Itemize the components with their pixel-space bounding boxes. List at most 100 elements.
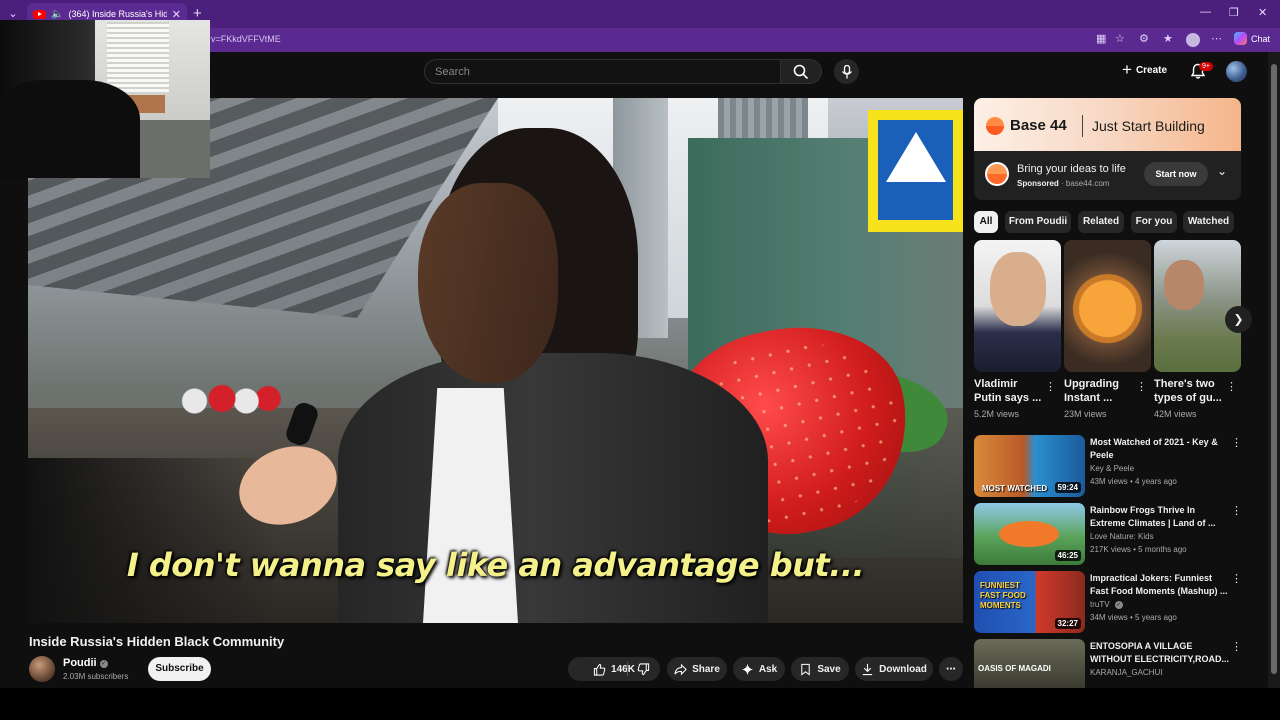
chip-all[interactable]: All bbox=[974, 211, 998, 233]
chat-label: Chat bbox=[1251, 33, 1271, 44]
create-button[interactable]: + Create bbox=[1122, 60, 1167, 79]
short-3-title-line2: types of gu... bbox=[1154, 392, 1222, 404]
youtube-favicon-icon bbox=[33, 9, 46, 19]
recommendation-meta-2: 217K views • 5 months ago bbox=[1090, 545, 1187, 554]
extension-icon[interactable]: ⚙ bbox=[1139, 32, 1149, 45]
video-subtitle: I don't wanna say like an advantage but.… bbox=[126, 546, 865, 584]
recommendation-title-4[interactable]: ENTOSOPIA A VILLAGE WITHOUT ELECTRICITY,R… bbox=[1090, 640, 1230, 666]
restore-icon[interactable]: ❐ bbox=[1229, 6, 1239, 19]
recommendation-2-more-icon[interactable]: ⋮ bbox=[1231, 504, 1242, 517]
recommendation-thumbnail-4[interactable]: OASIS OF MAGADI bbox=[974, 639, 1085, 688]
more-actions-button[interactable]: ⋯ bbox=[939, 657, 963, 681]
browser-menu-icon[interactable]: ⋯ bbox=[1211, 32, 1222, 45]
tab-close-icon[interactable]: ✕ bbox=[172, 8, 181, 21]
close-window-icon[interactable]: ✕ bbox=[1258, 6, 1267, 19]
app-available-icon[interactable]: ▦ bbox=[1096, 32, 1106, 45]
recommendation-4-more-icon[interactable]: ⋮ bbox=[1231, 640, 1242, 653]
sparkle-icon bbox=[741, 663, 753, 675]
recommendation-title-2[interactable]: Rainbow Frogs Thrive In Extreme Climates … bbox=[1090, 504, 1230, 530]
channel-name[interactable]: Poudii ✓ bbox=[63, 657, 108, 669]
short-3-more-icon[interactable]: ⋮ bbox=[1226, 380, 1237, 393]
ask-button[interactable]: Ask bbox=[733, 657, 785, 681]
short-thumbnail-2[interactable] bbox=[1064, 240, 1151, 372]
base44-logo-icon bbox=[986, 117, 1004, 135]
scrollbar-thumb[interactable] bbox=[1271, 64, 1277, 674]
webcam-chair bbox=[0, 80, 140, 178]
ad-expand-chevron-icon[interactable]: ⌄ bbox=[1217, 164, 1227, 178]
share-button[interactable]: Share bbox=[667, 657, 727, 681]
chip-related[interactable]: Related bbox=[1078, 211, 1124, 233]
recommendation-channel-4[interactable]: KARANJA_GACHUI bbox=[1090, 668, 1162, 677]
short-thumbnail-1[interactable] bbox=[974, 240, 1061, 372]
search-input[interactable]: Search bbox=[424, 59, 781, 84]
recommendation-thumbnail-3[interactable]: FUNNIEST FAST FOOD MOMENTS 32:27 bbox=[974, 571, 1085, 633]
voice-search-button[interactable] bbox=[834, 59, 859, 84]
shorts-next-arrow-icon[interactable]: ❯ bbox=[1225, 306, 1252, 333]
duration-badge: 46:25 bbox=[1054, 550, 1081, 561]
page-scrollbar[interactable] bbox=[1268, 52, 1280, 688]
recommendation-3-more-icon[interactable]: ⋮ bbox=[1231, 572, 1242, 585]
download-label: Download bbox=[879, 663, 927, 675]
ad-cta-button[interactable]: Start now bbox=[1144, 162, 1208, 186]
search-button[interactable] bbox=[781, 59, 822, 84]
channel-avatar[interactable] bbox=[29, 656, 55, 682]
recommendation-thumbnail-2[interactable]: 46:25 bbox=[974, 503, 1085, 565]
short-2-title-line1: Upgrading bbox=[1064, 378, 1119, 390]
sponsored-ad-card[interactable]: Base 44 Just Start Building Bring your i… bbox=[974, 98, 1241, 200]
short-2-title[interactable]: Upgrading Instant ... bbox=[1064, 377, 1119, 405]
search-placeholder: Search bbox=[435, 66, 470, 78]
ad-banner[interactable]: Base 44 Just Start Building bbox=[974, 98, 1241, 151]
thumbs-up-icon bbox=[593, 663, 606, 676]
notification-count-badge: 9+ bbox=[1199, 62, 1213, 71]
rec-3-title-line2: Fast Food Moments (Mashup) ... bbox=[1090, 586, 1228, 596]
chip-for-you[interactable]: For you bbox=[1131, 211, 1177, 233]
favorite-star-icon[interactable]: ☆ bbox=[1115, 32, 1125, 45]
share-label: Share bbox=[692, 663, 720, 675]
channel-name-text: Poudii bbox=[63, 657, 97, 669]
recommendation-channel-2[interactable]: Love Nature: Kids bbox=[1090, 532, 1154, 541]
short-3-title-line1: There's two bbox=[1154, 378, 1215, 390]
microphone-icon bbox=[841, 64, 852, 78]
ad-banner-divider bbox=[1082, 115, 1083, 137]
plus-icon: + bbox=[1122, 60, 1132, 79]
save-button[interactable]: Save bbox=[791, 657, 849, 681]
rec-1-title-line2: Peele bbox=[1090, 450, 1114, 460]
video-frame-person-face bbox=[418, 183, 558, 383]
short-1-more-icon[interactable]: ⋮ bbox=[1045, 380, 1056, 393]
download-button[interactable]: Download bbox=[855, 657, 933, 681]
short-2-title-line2: Instant ... bbox=[1064, 392, 1113, 404]
share-arrow-icon bbox=[674, 663, 687, 675]
download-icon bbox=[862, 663, 873, 675]
recommendation-title-1[interactable]: Most Watched of 2021 - Key & Peele bbox=[1090, 436, 1230, 462]
ad-tagline: Just Start Building bbox=[1092, 118, 1205, 134]
short-3-title[interactable]: There's two types of gu... bbox=[1154, 377, 1222, 405]
chip-watched[interactable]: Watched bbox=[1183, 211, 1234, 233]
rec-3-title-line1: Impractical Jokers: Funniest bbox=[1090, 573, 1213, 583]
short-1-views: 5.2M views bbox=[974, 409, 1020, 419]
recommendation-thumbnail-1[interactable]: MOST WATCHED 59:24 bbox=[974, 435, 1085, 497]
video-title: Inside Russia's Hidden Black Community bbox=[29, 634, 285, 649]
url-field[interactable]: v=FKkdVFFVtME bbox=[205, 31, 1085, 49]
subscribe-button[interactable]: Subscribe bbox=[148, 657, 211, 681]
recommendation-channel-3[interactable]: truTV ✓ bbox=[1090, 600, 1123, 609]
short-1-title[interactable]: Vladimir Putin says ... bbox=[974, 377, 1041, 405]
verified-check-icon: ✓ bbox=[99, 660, 108, 668]
recommendation-meta-1: 43M views • 4 years ago bbox=[1090, 477, 1177, 486]
copilot-chat-button[interactable]: Chat bbox=[1234, 32, 1270, 45]
recommendation-title-3[interactable]: Impractical Jokers: Funniest Fast Food Mo… bbox=[1090, 572, 1230, 598]
favorites-list-icon[interactable]: ★ bbox=[1163, 32, 1173, 45]
webcam-window-blinds bbox=[107, 22, 169, 92]
speaker-icon[interactable]: 🔈 bbox=[51, 9, 63, 20]
recommendation-1-more-icon[interactable]: ⋮ bbox=[1231, 436, 1242, 449]
short-2-more-icon[interactable]: ⋮ bbox=[1136, 380, 1147, 393]
chip-from-poudii[interactable]: From Poudii bbox=[1005, 211, 1071, 233]
search-icon bbox=[793, 64, 809, 80]
duration-badge: 32:27 bbox=[1054, 618, 1081, 629]
dislike-button[interactable] bbox=[627, 657, 660, 681]
verified-check-icon: ✓ bbox=[1114, 601, 1123, 609]
account-avatar[interactable] bbox=[1226, 61, 1247, 82]
short-thumbnail-3[interactable] bbox=[1154, 240, 1241, 372]
minimize-icon[interactable]: — bbox=[1200, 6, 1211, 18]
browser-profile-avatar[interactable] bbox=[1186, 33, 1200, 47]
recommendation-channel-1[interactable]: Key & Peele bbox=[1090, 464, 1134, 473]
